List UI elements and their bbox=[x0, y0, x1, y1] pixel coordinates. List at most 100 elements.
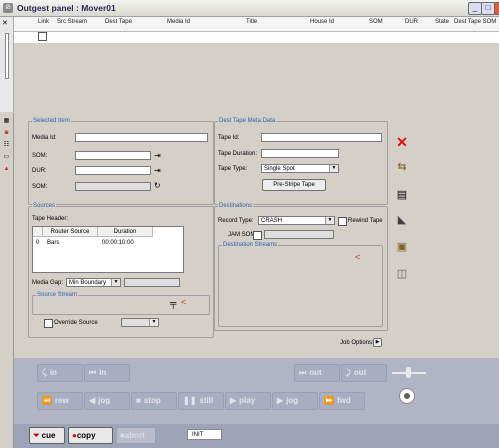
media-id-label: Media Id: bbox=[32, 135, 57, 141]
media-gap-extra-field bbox=[124, 278, 180, 287]
jog-forward-button[interactable]: ▶ jog bbox=[272, 392, 318, 410]
chevron-down-icon[interactable]: ▼ bbox=[325, 217, 334, 224]
mark-out-button[interactable]: ⤸ out bbox=[341, 364, 387, 382]
job-options-button[interactable]: ▶ bbox=[373, 338, 382, 347]
chevron-down-icon[interactable]: ▼ bbox=[111, 279, 120, 286]
copy-button[interactable]: ●copy bbox=[68, 427, 113, 444]
stop-button[interactable]: ■ stop bbox=[131, 392, 177, 410]
cue-button[interactable]: ⏷ cue bbox=[29, 427, 65, 444]
job-queue-grid: ✕ Link Src Stream Dest Tape Media Id Tit… bbox=[0, 17, 499, 112]
tape-id-input[interactable] bbox=[261, 133, 382, 142]
col-dest-tape[interactable]: Dest Tape bbox=[105, 19, 132, 25]
row-duration[interactable]: 00:00:10:00 bbox=[102, 240, 134, 246]
dest-streams-legend: Destination Streams bbox=[222, 242, 279, 248]
media-gap-select[interactable]: Min Boundary ▼ bbox=[66, 278, 121, 287]
override-source-label: Override Source bbox=[54, 320, 98, 326]
col-dest-tape-som[interactable]: Dest Tape SOM bbox=[454, 19, 496, 25]
transport-panel: ⤹ in ⏮ in ⏭ out ⤸ out ⏪ rew ◀ jog ■ stop ❚❚ stil… bbox=[14, 358, 499, 424]
eject-icon[interactable]: ◣ bbox=[394, 213, 410, 227]
col-duration[interactable]: Duration bbox=[98, 227, 153, 237]
som-pin-icon[interactable]: ⇥ bbox=[154, 151, 161, 160]
col-src-stream[interactable]: Src Stream bbox=[57, 19, 87, 25]
rew-button[interactable]: ⏪ rew bbox=[37, 392, 83, 410]
media-gap-value: Min Boundary bbox=[69, 280, 107, 286]
still-button[interactable]: ❚❚ still bbox=[178, 392, 224, 410]
record-icon[interactable]: ◙ bbox=[2, 129, 11, 138]
dur-pin-icon[interactable]: ⇥ bbox=[154, 166, 161, 175]
tape-type-select[interactable]: Single Spot ▼ bbox=[261, 164, 339, 173]
minimize-button[interactable]: _ bbox=[468, 2, 482, 15]
tape-header-table[interactable]: Router Source Duration 0 Bars 00:00:10:0… bbox=[32, 226, 184, 273]
close-icon[interactable]: ✕ bbox=[2, 19, 8, 27]
dur-label: DUR: bbox=[32, 168, 47, 174]
tape-id-label: Tape Id: bbox=[218, 135, 240, 141]
link-icon[interactable]: ⇆ bbox=[394, 160, 410, 174]
monitor-icon[interactable]: ▤ bbox=[394, 188, 410, 202]
play-button[interactable]: ▶ play bbox=[225, 392, 271, 410]
selected-item-legend: Selected Item bbox=[32, 118, 71, 124]
col-title[interactable]: Title bbox=[246, 19, 257, 25]
override-source-checkbox[interactable] bbox=[44, 319, 53, 328]
rewind-tape-checkbox[interactable] bbox=[338, 217, 347, 226]
som2-input bbox=[75, 182, 151, 191]
media-gap-label: Media Gap: bbox=[32, 280, 64, 286]
som-input[interactable] bbox=[75, 151, 151, 160]
media-id-input[interactable] bbox=[75, 133, 208, 142]
pause-icon: ❚❚ bbox=[183, 396, 197, 405]
row-link-checkbox[interactable] bbox=[38, 32, 47, 41]
scroll-handle[interactable] bbox=[5, 33, 9, 79]
chevron-down-icon[interactable]: ▼ bbox=[329, 165, 338, 172]
close-button[interactable] bbox=[494, 2, 499, 15]
record-type-label: Record Type: bbox=[218, 218, 254, 224]
col-house-id[interactable]: House Id bbox=[310, 19, 334, 25]
mark-in-button[interactable]: ⤹ in bbox=[37, 364, 83, 382]
table-row[interactable] bbox=[14, 31, 499, 44]
col-state[interactable]: State bbox=[435, 19, 449, 25]
refresh-icon[interactable]: ↻ bbox=[154, 181, 161, 190]
col-link[interactable]: Link bbox=[38, 19, 49, 25]
window-title: Outgest panel : Mover01 bbox=[17, 3, 116, 13]
stop-icon: ■ bbox=[136, 396, 141, 405]
col-media-id[interactable]: Media Id bbox=[167, 19, 190, 25]
col-som[interactable]: SOM bbox=[369, 19, 383, 25]
grid-icon[interactable]: ▦ bbox=[2, 117, 11, 126]
tape-header-label: Tape Header: bbox=[32, 216, 69, 222]
filter-icon[interactable]: ╤ bbox=[170, 298, 176, 308]
route-icon[interactable]: < bbox=[181, 297, 186, 307]
grid-header: Link Src Stream Dest Tape Media Id Title… bbox=[14, 17, 499, 32]
tape-icon[interactable]: ▭ bbox=[2, 153, 11, 162]
goto-in-button[interactable]: ⏮ in bbox=[84, 364, 130, 382]
grid-empty-area bbox=[14, 44, 499, 112]
override-source-select: ▼ bbox=[121, 318, 159, 327]
jog-wheel-knob[interactable] bbox=[399, 388, 415, 404]
prestripe-tape-button[interactable]: Pre-Stripe Tape bbox=[262, 179, 326, 191]
tape-deck-icon[interactable]: ▣ bbox=[394, 240, 410, 254]
files-icon[interactable]: ◫ bbox=[394, 267, 410, 281]
col-dur[interactable]: DUR bbox=[405, 19, 418, 25]
record-type-select[interactable]: CRASH ▼ bbox=[258, 216, 335, 225]
dur-input[interactable] bbox=[75, 166, 151, 175]
abort-button: ■abort bbox=[116, 427, 156, 444]
list-icon[interactable]: ☷ bbox=[2, 141, 11, 150]
maximize-button[interactable]: □ bbox=[481, 2, 495, 15]
col-router-source[interactable]: Router Source bbox=[43, 227, 98, 237]
tape-type-label: Tape Type: bbox=[218, 166, 248, 172]
jam-som-checkbox[interactable] bbox=[253, 231, 262, 240]
som-label: SOM: bbox=[32, 153, 48, 159]
tape-duration-input[interactable] bbox=[261, 149, 339, 158]
goto-out-button[interactable]: ⏭ out bbox=[294, 364, 340, 382]
queue-sidebar: ✕ bbox=[0, 17, 14, 112]
title-bar: ⊘ Outgest panel : Mover01 _ □ bbox=[0, 0, 499, 17]
route-icon[interactable]: < bbox=[355, 252, 360, 262]
cue-icon: ⏷ bbox=[33, 431, 40, 440]
status-field: INIT bbox=[187, 429, 222, 440]
jog-forward-icon: ▶ bbox=[277, 396, 284, 405]
delete-icon[interactable]: ✕ bbox=[394, 135, 410, 149]
tape-duration-label: Tape Duration: bbox=[218, 151, 258, 157]
row-router-source[interactable]: Bars bbox=[47, 240, 59, 246]
shuttle-slider-handle[interactable] bbox=[406, 367, 411, 378]
fwd-button[interactable]: ⏩ fwd bbox=[319, 392, 365, 410]
lock-icon[interactable]: ▲ bbox=[2, 165, 11, 174]
jog-back-icon: ◀ bbox=[89, 396, 96, 405]
jog-back-button[interactable]: ◀ jog bbox=[84, 392, 130, 410]
